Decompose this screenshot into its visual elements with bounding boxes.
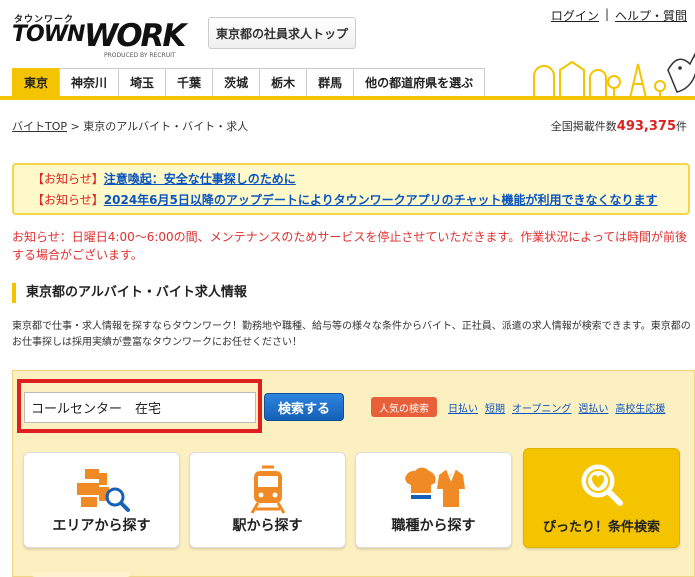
popular-link-opening[interactable]: オープニング <box>512 400 571 415</box>
notice-link-safety[interactable]: 注意喚起：安全な仕事探しのために <box>104 172 296 186</box>
notice-box: 【お知らせ】注意喚起：安全な仕事探しのために 【お知らせ】2024年6月5日以降… <box>12 163 690 215</box>
search-by-job-card[interactable]: 職種から探す <box>355 452 512 548</box>
logo-produced-by: PRODUCED BY RECRUIT <box>104 52 176 59</box>
popular-link-daily-pay[interactable]: 日払い <box>448 400 478 415</box>
notice-label: 【お知らせ】 <box>32 193 104 207</box>
townwork-logo[interactable]: タウンワーク TOWN WORK PRODUCED BY RECRUIT <box>12 12 187 59</box>
search-button[interactable]: 検索する <box>264 393 344 421</box>
prefecture-tabs: 東京 神奈川 埼玉 千葉 茨城 栃木 群馬 他の都道府県を選ぶ <box>0 68 695 100</box>
maintenance-notice: お知らせ：日曜日4:00～6:00の間、メンテナンスのためサービスを停止させてい… <box>12 230 688 262</box>
tab-chiba[interactable]: 千葉 <box>165 68 214 96</box>
card-label: ぴったり！条件検索 <box>542 520 660 535</box>
card-label: エリアから探す <box>52 518 151 534</box>
notice-item: 【お知らせ】2024年6月5日以降のアップデートによりタウンワークアプリのチャッ… <box>32 190 688 211</box>
heart-search-icon <box>581 464 623 506</box>
header-links: ログイン | ヘルプ・質問 <box>551 7 687 24</box>
breadcrumb-current: > 東京のアルバイト・バイト・求人 <box>67 120 249 133</box>
notice-label: 【お知らせ】 <box>32 172 104 186</box>
tab-tochigi[interactable]: 栃木 <box>259 68 308 96</box>
popular-link-weekly-pay[interactable]: 週払い <box>578 400 608 415</box>
breadcrumb-home[interactable]: バイトTOP <box>12 120 67 133</box>
notice-link-app-chat[interactable]: 2024年6月5日以降のアップデートによりタウンワークアプリのチャット機能が利用… <box>104 193 658 207</box>
tab-other-prefectures[interactable]: 他の都道府県を選ぶ <box>353 68 486 96</box>
job-icon <box>404 467 465 507</box>
employee-top-button[interactable]: 東京都の社員求人トップ <box>208 17 356 49</box>
logo-work: WORK <box>84 18 186 54</box>
tab-ibaraki[interactable]: 茨城 <box>212 68 261 96</box>
train-icon <box>250 465 285 514</box>
popular-search-badge: 人気の検索 <box>371 397 437 417</box>
search-by-area-card[interactable]: エリアから探す <box>23 452 180 548</box>
tab-kanagawa[interactable]: 神奈川 <box>59 68 120 96</box>
breadcrumb: バイトTOP > 東京のアルバイト・バイト・求人 <box>12 118 248 134</box>
popular-link-short-term[interactable]: 短期 <box>485 400 505 415</box>
tab-gunma[interactable]: 群馬 <box>306 68 355 96</box>
section-description: 東京都で仕事・求人情報を探すならタウンワーク！勤務地や職種、給与等の様々な条件か… <box>12 321 691 348</box>
card-label: 駅から探す <box>232 518 303 534</box>
count-value: 493,375 <box>616 119 676 134</box>
popular-link-high-school[interactable]: 高校生応援 <box>615 400 665 415</box>
logo-town: TOWN <box>12 22 85 47</box>
notice-item: 【お知らせ】注意喚起：安全な仕事探しのために <box>32 169 688 190</box>
count-prefix: 全国掲載件数 <box>550 120 617 133</box>
map-icon <box>76 469 130 512</box>
card-label: 職種から探す <box>391 518 476 534</box>
section-title: 東京都のアルバイト・バイト求人情報 <box>12 283 247 303</box>
search-by-station-card[interactable]: 駅から探す <box>189 452 346 548</box>
bottom-tab-strip <box>32 572 130 577</box>
count-suffix: 件 <box>676 120 687 133</box>
tab-saitama[interactable]: 埼玉 <box>118 68 167 96</box>
header-separator: | <box>604 7 609 21</box>
help-link[interactable]: ヘルプ・質問 <box>615 7 687 24</box>
login-link[interactable]: ログイン <box>551 7 599 24</box>
highlight-frame <box>17 379 262 433</box>
perfect-condition-search-card[interactable]: ぴったり！条件検索 <box>523 448 680 548</box>
listing-count: 全国掲載件数493,375件 <box>551 118 687 134</box>
tab-tokyo[interactable]: 東京 <box>12 68 61 96</box>
popular-search-links: 日払い 短期 オープニング 週払い 高校生応援 <box>448 400 665 415</box>
